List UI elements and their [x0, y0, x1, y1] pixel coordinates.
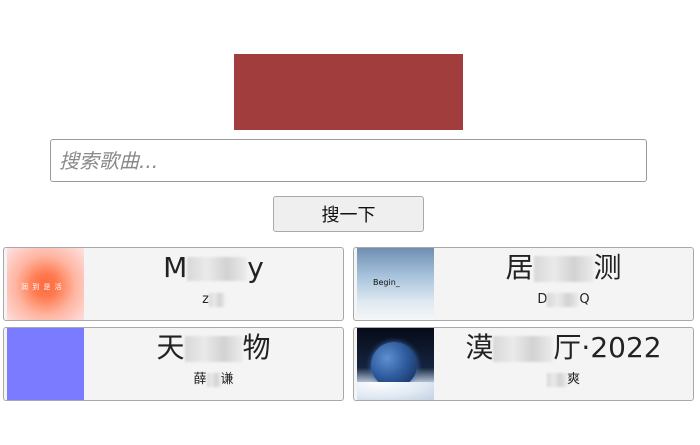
song-result-card[interactable]: 漠厅·2022 爽: [353, 327, 694, 401]
page: 搜一下 润 到 是 活 My z Begin_ 居测 DQ 天物 薛谦: [0, 0, 700, 445]
album-cover: 润 到 是 活: [7, 248, 84, 320]
song-result-card[interactable]: 润 到 是 活 My z: [3, 247, 344, 321]
song-result-card[interactable]: 天物 薛谦: [3, 327, 344, 401]
song-title: 漠厅·2022: [465, 331, 662, 364]
song-info: 漠厅·2022 爽: [434, 328, 693, 400]
song-artist: DQ: [537, 292, 590, 307]
album-cover: [7, 328, 84, 400]
song-artist: 薛谦: [193, 372, 234, 387]
song-artist: z: [84, 292, 343, 308]
search-input[interactable]: [50, 139, 647, 182]
album-cover: Begin_: [357, 248, 434, 320]
song-title: 居测: [505, 251, 622, 284]
cover-caption: Begin_: [373, 278, 400, 287]
song-title: My: [163, 251, 264, 284]
song-title: 天物: [156, 331, 271, 364]
search-button[interactable]: 搜一下: [273, 196, 424, 232]
cover-caption: 润 到 是 活: [21, 283, 63, 291]
song-info: My z: [84, 248, 343, 320]
song-info: 天物 薛谦: [84, 328, 343, 400]
snow-graphic: [357, 382, 434, 400]
song-artist: 爽: [434, 372, 693, 388]
banner-image: [234, 54, 463, 130]
song-info: 居测 DQ: [434, 248, 693, 320]
album-cover: [357, 328, 434, 400]
song-result-card[interactable]: Begin_ 居测 DQ: [353, 247, 694, 321]
